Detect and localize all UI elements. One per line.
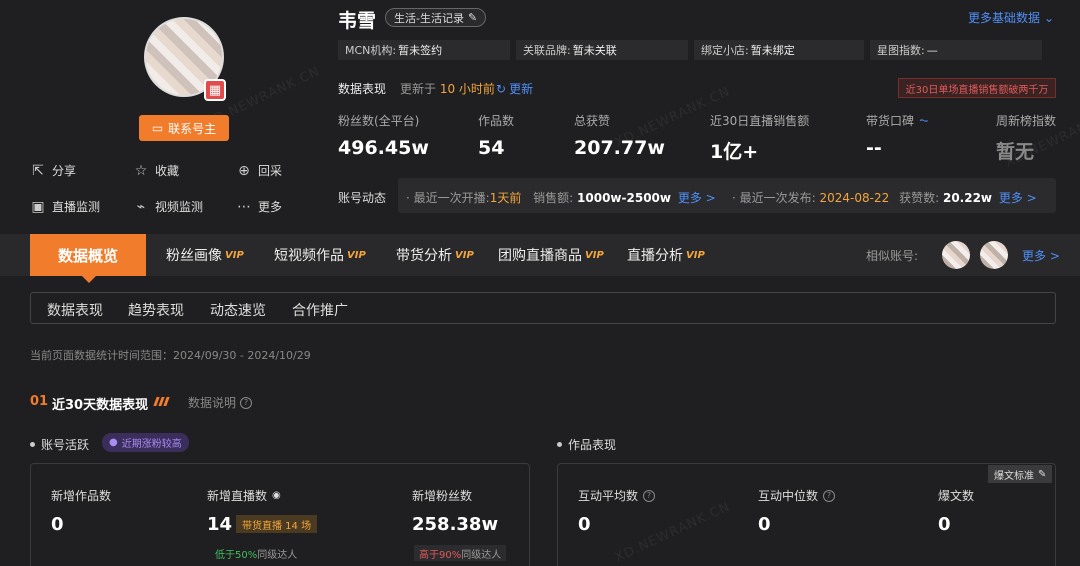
- similar-more-link[interactable]: 更多 >: [1022, 247, 1060, 264]
- similar-account-avatar[interactable]: [942, 241, 970, 269]
- card-value: 0: [938, 514, 951, 535]
- performance-label: 数据表现: [338, 82, 387, 96]
- more-post-link[interactable]: 更多 >: [999, 191, 1037, 205]
- tab-overview[interactable]: 数据概览: [30, 234, 146, 276]
- metric-value: --: [866, 137, 882, 159]
- video-monitor-button[interactable]: ⌁ 视频监测: [133, 198, 203, 215]
- tv-icon: ▣: [31, 198, 45, 215]
- help-icon[interactable]: ?: [823, 489, 836, 502]
- live-monitor-button[interactable]: ▣ 直播监测: [30, 198, 100, 215]
- shop-info: 绑定小店: 暂未绑定: [694, 40, 864, 60]
- login-icon: ⊕: [238, 162, 250, 179]
- account-name: 韦雪: [338, 10, 377, 32]
- section-number: 01: [30, 394, 49, 409]
- qr-code-icon[interactable]: ▦: [204, 79, 226, 101]
- recollect-button[interactable]: ⊕ 回采: [236, 162, 282, 179]
- works-performance-card: [557, 463, 1056, 566]
- edit-icon: ✎: [1038, 468, 1047, 480]
- user-icon: ●: [109, 437, 118, 448]
- contact-owner-button[interactable]: ▭ 联系号主: [139, 115, 229, 141]
- category-tag[interactable]: 生活-生活记录 ✎: [385, 8, 487, 27]
- peer-comparison: 高于90% 同级达人: [414, 545, 507, 561]
- eye-icon[interactable]: ◉: [272, 490, 281, 501]
- tab-fans[interactable]: 粉丝画像 VIP: [166, 234, 244, 276]
- metric-value: 54: [478, 137, 505, 159]
- stripes-decoration: [153, 397, 170, 406]
- card-label-live: 新增直播数 ◉: [207, 489, 281, 503]
- card-value: 14: [207, 514, 233, 535]
- more-button[interactable]: ⋯ 更多: [236, 198, 282, 215]
- edit-icon: ✎: [467, 11, 478, 24]
- share-icon: ⇱: [32, 162, 44, 179]
- help-icon[interactable]: ?: [643, 489, 656, 502]
- live-sales-badge: 带货直播 14 场: [236, 515, 318, 533]
- metric-value: 207.77w: [574, 137, 665, 159]
- peer-comparison: 低于50% 同级达人: [215, 549, 298, 561]
- similar-accounts-label: 相似账号:: [866, 249, 919, 263]
- tab-group-buy[interactable]: 团购直播商品 VIP: [498, 234, 604, 276]
- brand-info: 关联品牌: 暂未关联: [516, 40, 688, 60]
- tab-short-video[interactable]: 短视频作品 VIP: [274, 234, 366, 276]
- card-label: 爆文数: [938, 489, 975, 503]
- subtab-performance[interactable]: 数据表现: [47, 300, 103, 320]
- metric-label-reputation: 带货口碑 ⏦: [866, 113, 929, 128]
- subtab-trend[interactable]: 趋势表现: [128, 300, 184, 320]
- card-label: 新增粉丝数: [412, 489, 473, 503]
- more-basic-data-link[interactable]: 更多基础数据 ⌄: [968, 9, 1054, 26]
- last-live-info: · 最近一次开播:1天前 销售额: 1000w-2500w 更多 >: [406, 191, 716, 205]
- metric-value: 1亿+: [710, 141, 759, 163]
- favorite-button[interactable]: ☆ 收藏: [133, 162, 179, 179]
- metric-label: 总获赞: [574, 114, 611, 128]
- card-label: 互动中位数?: [758, 487, 836, 504]
- subtab-cooperation[interactable]: 合作推广: [292, 300, 348, 320]
- trend-chart-icon[interactable]: ⏦: [919, 113, 929, 128]
- help-icon: ?: [240, 396, 253, 409]
- similar-account-avatar[interactable]: [980, 241, 1008, 269]
- data-description-link[interactable]: 数据说明?: [188, 394, 253, 411]
- card-value: 0: [51, 514, 64, 535]
- sales-alert-badge: 近30日单场直播销售额破两千万: [898, 78, 1056, 98]
- refresh-icon: ↻: [496, 81, 507, 96]
- more-dots-icon: ⋯: [237, 198, 251, 215]
- star-icon: ☆: [134, 162, 148, 179]
- metric-label: 周新榜指数: [996, 114, 1057, 128]
- update-time: 更新于 10 小时前: [400, 82, 495, 96]
- active-tab-indicator: [82, 276, 96, 283]
- subtab-dynamics[interactable]: 动态速览: [210, 300, 266, 320]
- metric-label: 近30日直播销售额: [710, 114, 810, 128]
- star-index-info: 星图指数: —: [870, 40, 1042, 60]
- refresh-button[interactable]: ↻ 更新: [496, 80, 533, 97]
- metric-label: 粉丝数(全平台): [338, 114, 420, 128]
- mcn-info: MCN机构: 暂未签约: [338, 40, 510, 60]
- card-value: 0: [758, 514, 771, 535]
- date-range: 当前页面数据统计时间范围：2024/09/30 - 2024/10/29: [30, 349, 311, 362]
- metric-value: 暂无: [996, 141, 1035, 163]
- card-label: 互动平均数?: [578, 487, 656, 504]
- metric-label: 作品数: [478, 114, 515, 128]
- chart-icon: ⌁: [136, 198, 146, 215]
- share-button[interactable]: ⇱ 分享: [30, 162, 76, 179]
- metric-value: 496.45w: [338, 137, 429, 159]
- card-value: 258.38w: [412, 514, 499, 535]
- tab-sales-analysis[interactable]: 带货分析 VIP: [396, 234, 474, 276]
- more-live-link[interactable]: 更多 >: [678, 191, 716, 205]
- dynamics-label: 账号动态: [338, 191, 387, 205]
- fans-growth-badge: ● 近期涨粉较高: [102, 433, 189, 452]
- section-title: 近30天数据表现: [52, 398, 149, 413]
- card-label: 新增作品数: [51, 489, 112, 503]
- tab-live-analysis[interactable]: 直播分析 VIP: [627, 234, 705, 276]
- account-activity-title: 账号活跃: [30, 436, 89, 453]
- burst-standard-button[interactable]: 爆文标准 ✎: [988, 465, 1053, 483]
- chat-icon: ▭: [151, 121, 164, 135]
- card-value: 0: [578, 514, 591, 535]
- works-performance-title: 作品表现: [557, 436, 616, 453]
- last-post-info: · 最近一次发布: 2024-08-22 获赞数: 20.22w 更多 >: [732, 191, 1037, 205]
- chevron-down-icon: ⌄: [1044, 10, 1055, 25]
